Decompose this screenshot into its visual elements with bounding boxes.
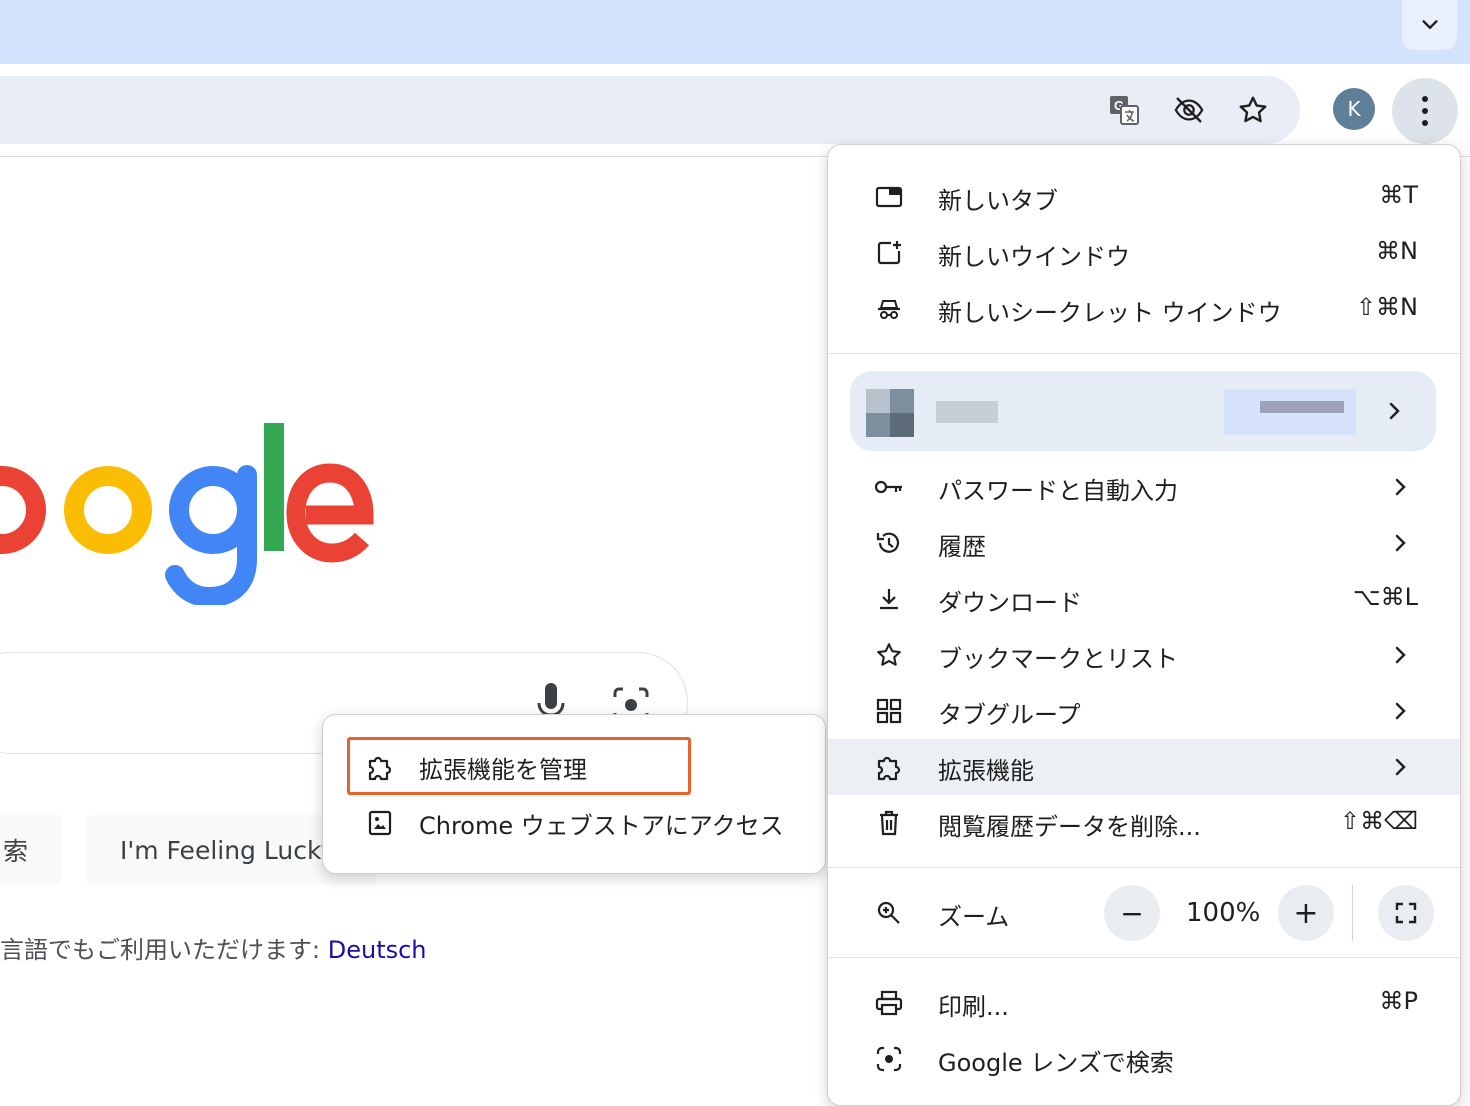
passwords-label: パスワードと自動入力 (938, 477, 1178, 505)
menu-item-tab-groups[interactable]: タブグループ (828, 683, 1460, 739)
downloads-label: ダウンロード (938, 589, 1082, 617)
menu-item-print[interactable]: 印刷... ⌘P (828, 975, 1460, 1031)
profile-avatar[interactable]: K (1333, 88, 1375, 130)
menu-item-extensions[interactable]: 拡張機能 (828, 739, 1460, 795)
menu-item-history[interactable]: 履歴 (828, 515, 1460, 571)
new-tab-icon (872, 180, 906, 214)
star-icon (872, 638, 906, 672)
chevron-right-icon (1386, 529, 1414, 557)
menu-divider (828, 957, 1460, 958)
downloads-shortcut: ⌥⌘L (1352, 583, 1418, 611)
chrome-web-store-item[interactable]: Chrome ウェブストアにアクセス (323, 795, 825, 851)
chevron-right-icon (1382, 397, 1406, 429)
menu-item-incognito[interactable]: 新しいシークレット ウインドウ ⇧⌘N (828, 281, 1460, 337)
clear-data-label: 閲覧履歴データを削除... (938, 813, 1201, 841)
new-window-icon (872, 236, 906, 270)
chevron-right-icon (1386, 697, 1414, 725)
menu-item-clear-data[interactable]: 閲覧履歴データを削除... ⇧⌘⌫ (828, 795, 1460, 851)
incognito-label: 新しいシークレット ウインドウ (938, 299, 1282, 327)
menu-item-google-lens[interactable]: Google レンズで検索 (828, 1031, 1460, 1087)
extensions-submenu: 拡張機能を管理 Chrome ウェブストアにアクセス (322, 714, 826, 874)
new-window-shortcut: ⌘N (1376, 237, 1418, 265)
new-window-label: 新しいウインドウ (938, 243, 1130, 271)
menu-item-bookmarks[interactable]: ブックマークとリスト (828, 627, 1460, 683)
zoom-value: 100% (1186, 898, 1261, 928)
fullscreen-icon (1395, 902, 1417, 924)
key-icon (872, 470, 906, 504)
zoom-icon (872, 896, 906, 930)
menu-item-passwords[interactable]: パスワードと自動入力 (828, 459, 1460, 515)
tab-groups-icon (872, 694, 906, 728)
chrome-main-menu: 新しいタブ ⌘T 新しいウインドウ ⌘N 新しいシークレット ウインドウ ⇧⌘N… (827, 144, 1461, 1106)
language-offer-text: 言語でもご利用いただけます: (0, 936, 321, 964)
new-tab-label: 新しいタブ (938, 187, 1058, 215)
google-logo (0, 405, 400, 605)
clear-data-shortcut: ⇧⌘⌫ (1339, 807, 1418, 835)
chrome-menu-button[interactable] (1392, 78, 1458, 144)
translate-icon[interactable]: G (1108, 94, 1140, 126)
menu-item-downloads[interactable]: ダウンロード ⌥⌘L (828, 571, 1460, 627)
more-vert-icon (1422, 96, 1428, 126)
incognito-icon (872, 292, 906, 326)
google-search-button[interactable]: 索 (0, 815, 62, 885)
zoom-minus-label: − (1120, 896, 1144, 930)
star-icon[interactable] (1237, 94, 1269, 126)
search-button-label: 索 (2, 837, 28, 866)
google-lens-icon (872, 1042, 906, 1076)
highlight-annotation (347, 737, 691, 795)
bookmarks-label: ブックマークとリスト (938, 645, 1178, 673)
menu-divider (828, 353, 1460, 354)
print-label: 印刷... (938, 993, 1009, 1021)
webstore-icon (363, 806, 397, 840)
tab-search-button[interactable] (1402, 0, 1457, 50)
chrome-web-store-label: Chrome ウェブストアにアクセス (419, 811, 784, 840)
language-link-deutsch[interactable]: Deutsch (328, 936, 427, 964)
eye-off-icon[interactable] (1173, 94, 1205, 126)
tab-groups-label: タブグループ (938, 701, 1081, 729)
profile-row[interactable] (850, 371, 1436, 451)
download-icon (872, 582, 906, 616)
google-lens-label: Google レンズで検索 (938, 1049, 1174, 1077)
print-icon (872, 986, 906, 1020)
chevron-right-icon (1386, 753, 1414, 781)
new-tab-shortcut: ⌘T (1379, 181, 1418, 209)
chevron-right-icon (1386, 641, 1414, 669)
profile-avatar-blurred (866, 389, 914, 437)
zoom-out-button[interactable]: − (1104, 885, 1160, 941)
zoom-label: ズーム (938, 903, 1010, 931)
feeling-lucky-label: I'm Feeling Lucky (120, 835, 336, 865)
language-offer: 言語でもご利用いただけます: Deutsch (0, 930, 427, 965)
extensions-label: 拡張機能 (938, 757, 1034, 785)
zoom-divider (1352, 885, 1353, 941)
puzzle-icon (872, 750, 906, 784)
zoom-plus-label: + (1293, 895, 1319, 931)
chevron-right-icon (1386, 473, 1414, 501)
avatar-letter: K (1347, 97, 1361, 121)
history-label: 履歴 (938, 533, 986, 561)
menu-divider (828, 867, 1460, 868)
profile-status-blurred (1224, 389, 1356, 435)
address-bar[interactable]: G (0, 76, 1300, 144)
chevron-down-icon (1421, 20, 1438, 29)
fullscreen-button[interactable] (1378, 885, 1434, 941)
zoom-in-button[interactable]: + (1278, 885, 1334, 941)
menu-item-new-tab[interactable]: 新しいタブ ⌘T (828, 169, 1460, 225)
profile-name-blurred (936, 401, 998, 423)
menu-item-new-window[interactable]: 新しいウインドウ ⌘N (828, 225, 1460, 281)
history-icon (872, 526, 906, 560)
trash-icon (872, 806, 906, 840)
print-shortcut: ⌘P (1379, 987, 1418, 1015)
incognito-shortcut: ⇧⌘N (1355, 293, 1418, 321)
tab-strip (0, 0, 1470, 64)
